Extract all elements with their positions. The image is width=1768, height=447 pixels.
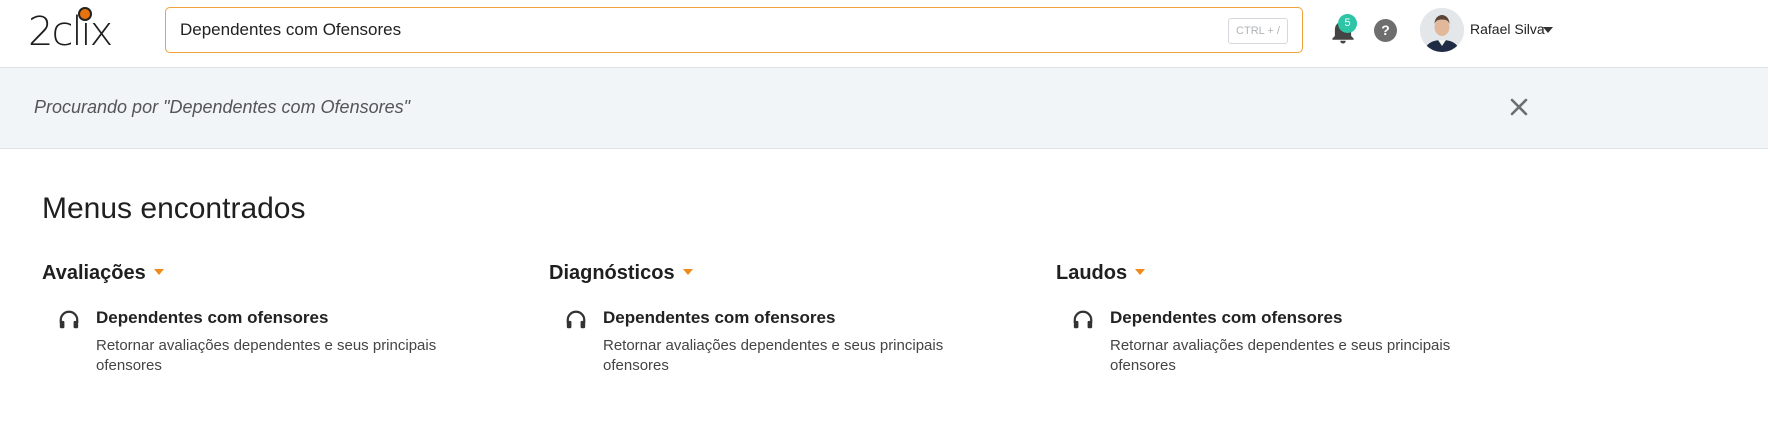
- column-title[interactable]: Diagnósticos: [549, 262, 675, 285]
- top-bar: 2clix CTRL + / 5 ? Rafael Silva: [0, 0, 1768, 68]
- chevron-down-icon[interactable]: [1135, 268, 1146, 275]
- results-column-laudos: Laudos Dependentes com ofensores Retorna…: [1056, 262, 1496, 374]
- results-column-diagnosticos: Diagnósticos Dependentes com ofensores R…: [549, 262, 989, 374]
- search-input[interactable]: [180, 16, 1220, 44]
- search-banner: Procurando por "Dependentes com Ofensore…: [0, 68, 1768, 149]
- avatar[interactable]: [1420, 8, 1464, 52]
- headphones-icon: [59, 310, 79, 329]
- result-item-title[interactable]: Dependentes com ofensores: [96, 308, 328, 328]
- result-item-title[interactable]: Dependentes com ofensores: [1110, 308, 1342, 328]
- headphones-icon: [1073, 310, 1093, 329]
- logo-text: 2clix: [28, 9, 113, 55]
- user-menu-caret-icon[interactable]: [1543, 27, 1553, 33]
- section-title: Menus encontrados: [42, 192, 306, 225]
- column-title[interactable]: Avaliações: [42, 262, 146, 285]
- notification-badge: 5: [1338, 14, 1357, 33]
- result-item-description: Retornar avaliações dependentes e seus p…: [1110, 337, 1451, 374]
- result-item-title[interactable]: Dependentes com ofensores: [603, 308, 835, 328]
- headphones-icon: [566, 310, 586, 329]
- search-shortcut-hint: CTRL + /: [1228, 18, 1288, 44]
- search-banner-text: Procurando por "Dependentes com Ofensore…: [34, 97, 410, 117]
- search-box: CTRL + /: [165, 7, 1303, 53]
- logo[interactable]: 2clix: [28, 6, 118, 56]
- column-title[interactable]: Laudos: [1056, 262, 1127, 285]
- results-column-avaliacoes: Avaliações Dependentes com ofensores Ret…: [42, 262, 482, 374]
- logo-dot: [78, 7, 92, 21]
- chevron-down-icon[interactable]: [682, 268, 693, 275]
- user-name[interactable]: Rafael Silva: [1470, 21, 1545, 37]
- result-item-description: Retornar avaliações dependentes e seus p…: [96, 337, 437, 374]
- help-icon[interactable]: ?: [1374, 19, 1397, 42]
- close-icon[interactable]: [1506, 94, 1532, 120]
- result-item-description: Retornar avaliações dependentes e seus p…: [603, 337, 944, 374]
- chevron-down-icon[interactable]: [153, 268, 164, 275]
- avatar-image: [1420, 8, 1464, 52]
